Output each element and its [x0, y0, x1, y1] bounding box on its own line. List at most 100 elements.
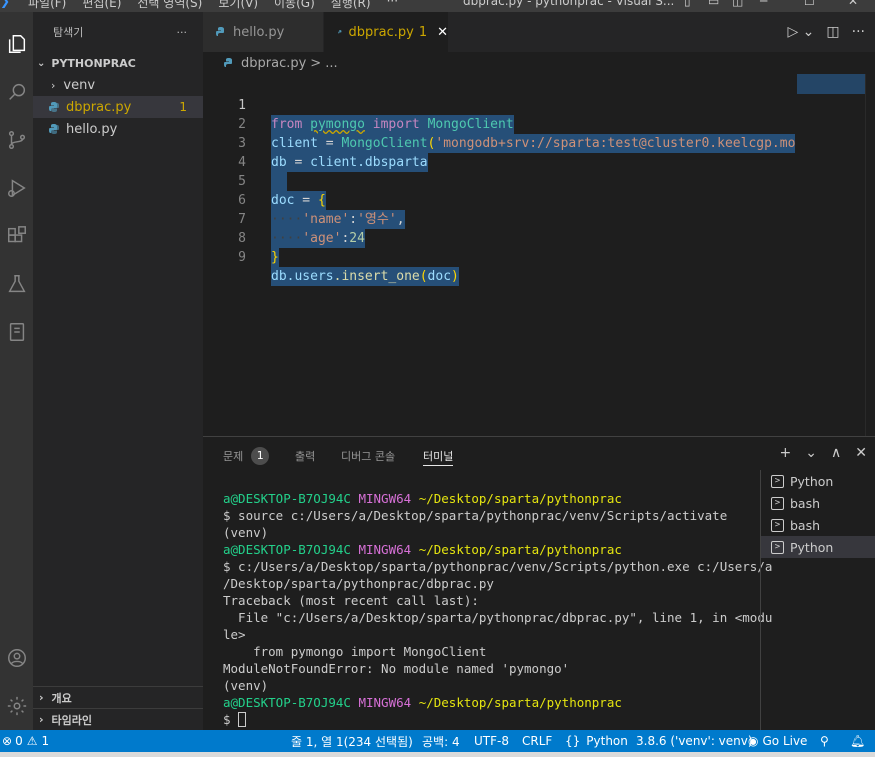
- terminal-line: le>: [223, 627, 246, 642]
- tab-close-icon[interactable]: ✕: [437, 25, 448, 40]
- minimap[interactable]: [797, 74, 865, 94]
- python-file-icon: [224, 58, 232, 67]
- tab-problems[interactable]: 문제 1: [223, 446, 270, 466]
- code-line: 4: [203, 134, 793, 191]
- editor-tabs: hello.py dbprac.py 1 ✕ ▷ ⌄ ◫ ···: [203, 12, 875, 52]
- tab-hello-py[interactable]: hello.py: [203, 12, 323, 52]
- tree-item-label: dbprac.py: [66, 99, 132, 115]
- tab-debug-console[interactable]: 디버그 콘솔: [341, 446, 395, 466]
- menu-run[interactable]: 실행(R): [331, 0, 371, 11]
- new-terminal-icon[interactable]: +: [780, 445, 792, 461]
- terminal-item-label: Python: [790, 539, 834, 555]
- tab-output[interactable]: 출력: [295, 446, 315, 466]
- python-interpreter[interactable]: 3.8.6 ('venv': venv): [636, 730, 753, 752]
- broadcast-icon: ◉: [748, 734, 759, 748]
- tree-item-venv[interactable]: › venv: [33, 74, 203, 96]
- outline-label: 개요: [51, 691, 72, 705]
- tab-terminal[interactable]: 터미널: [423, 446, 454, 466]
- terminal-item-bash[interactable]: > bash: [761, 514, 875, 536]
- menu-edit[interactable]: 편집(E): [82, 0, 121, 11]
- explorer-more-button[interactable]: ···: [177, 26, 188, 39]
- breadcrumb: dbprac.py > ...: [203, 52, 875, 74]
- maximize-panel-icon[interactable]: ∧: [831, 445, 841, 461]
- terminal-item-python[interactable]: > Python: [761, 470, 875, 492]
- feedback-icon[interactable]: ⚲: [820, 730, 829, 752]
- editor-scrollbar[interactable]: [865, 74, 875, 436]
- layout-icon[interactable]: ◫: [732, 0, 743, 8]
- indentation[interactable]: 공백: 4: [422, 730, 460, 752]
- split-editor-icon[interactable]: ◫: [826, 24, 839, 40]
- code-line: 5 doc = {: [203, 153, 793, 210]
- error-count: 0: [15, 734, 23, 748]
- cursor-position[interactable]: 줄 1, 열 1(234 선택됨): [291, 730, 413, 752]
- language-mode[interactable]: {} Python: [565, 730, 628, 752]
- toggle-sidebar-icon[interactable]: ▯: [684, 0, 691, 8]
- minimize-icon[interactable]: ─: [760, 0, 767, 8]
- explorer-title: 탐색기: [53, 26, 84, 39]
- code-line: 7 ····'age':24: [203, 191, 793, 248]
- close-panel-icon[interactable]: ✕: [855, 445, 867, 461]
- code-line: 3 db = client.dbsparta: [203, 115, 793, 172]
- notifications-bell-icon[interactable]: 🔔︎: [850, 730, 865, 752]
- run-debug-icon[interactable]: [0, 168, 33, 208]
- search-icon[interactable]: [0, 72, 33, 112]
- terminal-item-python-active[interactable]: > Python: [761, 536, 875, 558]
- code-line: 9 db.users.insert_one(doc): [203, 229, 793, 286]
- menu-view[interactable]: 보기(V): [218, 0, 258, 11]
- code-line: 6 ····'name':'영수',: [203, 172, 793, 229]
- warning-icon: ⚠: [26, 734, 38, 748]
- terminal-dropdown-icon[interactable]: ⌄: [805, 445, 817, 461]
- chevron-down-icon: ⌄: [37, 57, 46, 69]
- menu-go[interactable]: 이동(G): [274, 0, 315, 11]
- code-line: 1 from pymongo import MongoClient: [203, 77, 793, 134]
- code-editor[interactable]: 1 from pymongo import MongoClient 2 clie…: [203, 74, 875, 436]
- go-live-button[interactable]: ◉ Go Live: [748, 730, 807, 752]
- terminal-icon: >: [771, 496, 784, 510]
- run-python-icon[interactable]: ▷ ⌄: [787, 24, 814, 40]
- error-icon: ⊗: [2, 734, 13, 748]
- account-icon[interactable]: [0, 638, 33, 678]
- settings-gear-icon[interactable]: [0, 686, 33, 726]
- timeline-section[interactable]: › 타임라인: [33, 708, 203, 730]
- terminal-line: a@DESKTOP-B7OJ94C MINGW64 ~/Desktop/spar…: [223, 491, 622, 506]
- more-actions-icon[interactable]: ···: [852, 24, 865, 40]
- outline-section[interactable]: › 개요: [33, 686, 203, 708]
- tab-dbprac-py[interactable]: dbprac.py 1 ✕: [324, 12, 448, 52]
- terminal-output[interactable]: a@DESKTOP-B7OJ94C MINGW64 ~/Desktop/spar…: [223, 490, 773, 728]
- close-window-icon[interactable]: ✕: [848, 0, 858, 8]
- menu-selection[interactable]: 선택 영역(S): [137, 0, 202, 11]
- menu-file[interactable]: 파일(F): [28, 0, 66, 11]
- language-label: Python: [586, 734, 628, 748]
- terminal-item-bash[interactable]: > bash: [761, 492, 875, 514]
- problems-status[interactable]: ⊗ 0 ⚠ 1: [2, 730, 49, 752]
- workspace-folder[interactable]: ⌄ PYTHONPRAC: [33, 52, 203, 74]
- explorer-icon[interactable]: [0, 24, 33, 64]
- remote-explorer-icon[interactable]: [0, 312, 33, 352]
- breadcrumb-separator: >: [310, 55, 322, 71]
- menu-bar: 파일(F) 편집(E) 선택 영역(S) 보기(V) 이동(G) 실행(R) ·…: [28, 0, 398, 11]
- terminal-line: File "c:/Users/a/Desktop/sparta/pythonpr…: [223, 610, 773, 625]
- tab-label: hello.py: [233, 24, 285, 40]
- tree-item-hello[interactable]: hello.py: [33, 118, 203, 140]
- encoding[interactable]: UTF-8: [474, 730, 509, 752]
- python-file-icon: [216, 27, 224, 36]
- panel-tabs: 문제 1 출력 디버그 콘솔 터미널 + ⌄ ∧ ✕: [203, 437, 875, 472]
- testing-icon[interactable]: [0, 264, 33, 304]
- source-control-icon[interactable]: [0, 120, 33, 160]
- tree-item-dbprac[interactable]: dbprac.py 1: [33, 96, 203, 118]
- line-ending[interactable]: CRLF: [522, 730, 552, 752]
- breadcrumb-symbols[interactable]: ...: [325, 56, 337, 71]
- toggle-panel-icon[interactable]: ▭: [708, 0, 719, 8]
- tab-label: 디버그 콘솔: [341, 450, 396, 463]
- maximize-icon[interactable]: ☐: [804, 0, 815, 8]
- terminal-list: > Python > bash > bash > Python: [760, 470, 875, 730]
- breadcrumb-file[interactable]: dbprac.py: [241, 56, 306, 71]
- explorer-sidebar: 탐색기 ··· ⌄ PYTHONPRAC › venv dbprac.py 1 …: [33, 12, 203, 730]
- extensions-icon[interactable]: [0, 216, 33, 256]
- problems-badge: 1: [251, 447, 270, 465]
- terminal-line: (venv): [223, 525, 269, 540]
- problems-count-badge: 1: [179, 100, 187, 114]
- menu-more[interactable]: ···: [387, 0, 398, 11]
- window-title: dbprac.py - pythonprac - Visual S...: [463, 0, 675, 8]
- terminal-icon: >: [771, 474, 784, 488]
